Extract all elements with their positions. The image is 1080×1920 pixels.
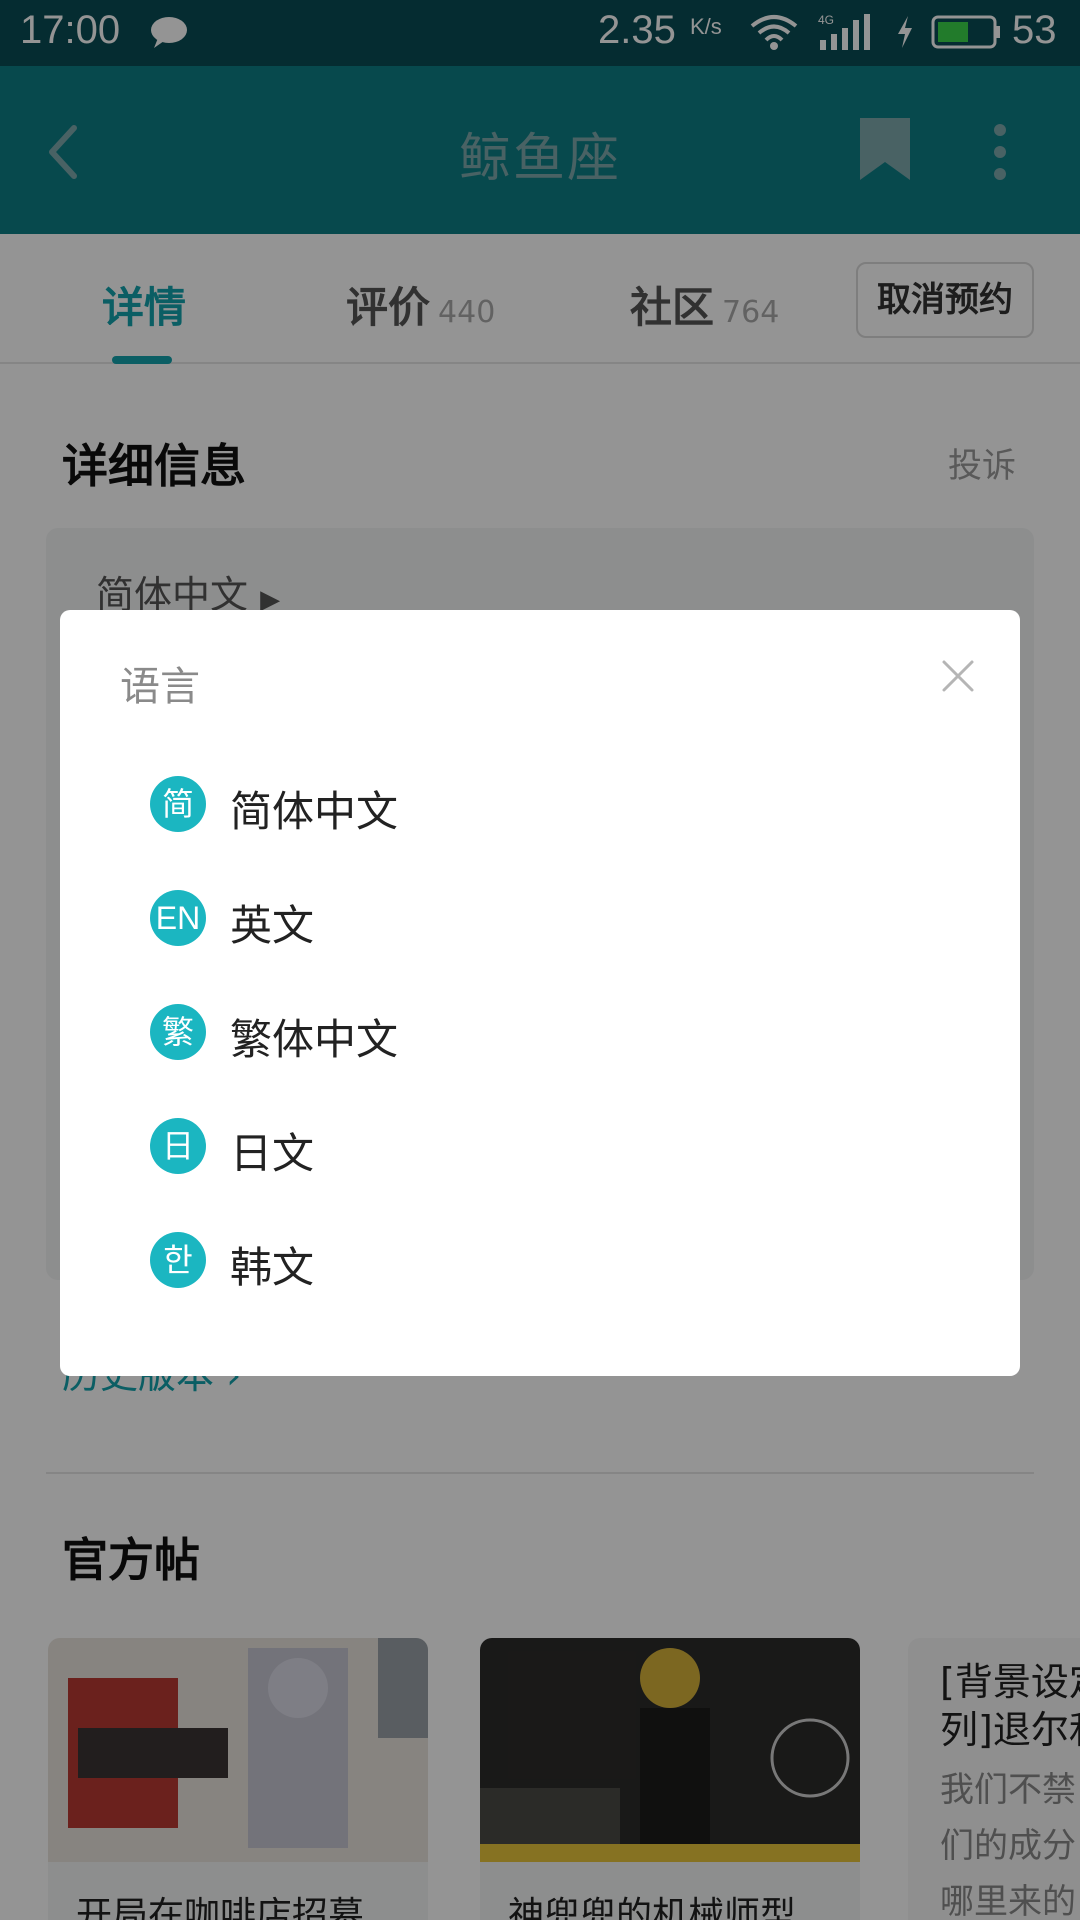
language-badge: 日 [150, 1118, 206, 1174]
language-option-label: 简体中文 [230, 787, 399, 836]
language-option-label: 繁体中文 [230, 1015, 399, 1064]
language-option-english[interactable]: EN 英文 [150, 878, 930, 958]
language-option-simplified-chinese[interactable]: 简 简体中文 [150, 764, 930, 844]
language-option-label: 韩文 [230, 1243, 315, 1292]
close-icon[interactable] [940, 658, 976, 694]
language-dialog: 语言 简 简体中文 EN 英文 繁 繁体中文 日 日文 한 韩文 [60, 610, 1020, 1376]
language-option-japanese[interactable]: 日 日文 [150, 1106, 930, 1186]
language-option-korean[interactable]: 한 韩文 [150, 1220, 930, 1300]
language-option-label: 日文 [230, 1129, 315, 1178]
dialog-title: 语言 [120, 664, 200, 710]
language-badge: 简 [150, 776, 206, 832]
language-badge: EN [150, 890, 206, 946]
language-option-traditional-chinese[interactable]: 繁 繁体中文 [150, 992, 930, 1072]
language-badge: 한 [150, 1232, 206, 1288]
language-badge: 繁 [150, 1004, 206, 1060]
language-option-label: 英文 [230, 901, 315, 950]
